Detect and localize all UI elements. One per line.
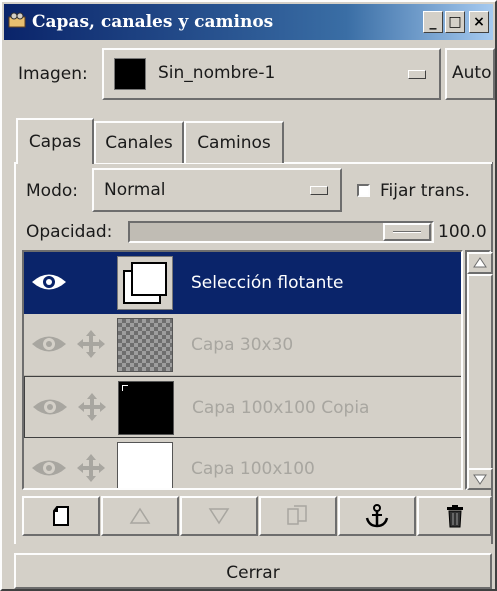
close-window-button[interactable]: × <box>469 11 489 33</box>
layer-name: Capa 100x100 Copia <box>192 398 370 418</box>
eye-icon[interactable] <box>31 394 69 420</box>
image-select[interactable]: Sin_nombre-1 <box>102 48 441 100</box>
scroll-down-button[interactable] <box>467 468 493 490</box>
layer-thumbnail <box>118 381 174 435</box>
eye-icon[interactable] <box>30 455 68 481</box>
layers-list: Selección flotante Capa 30x30 Capa 100x1… <box>22 250 463 490</box>
layer-row[interactable]: Capa 100x100 <box>24 438 461 488</box>
opacity-label: Opacidad: <box>26 222 113 242</box>
close-icon: × <box>473 14 485 30</box>
raise-layer-icon <box>129 507 151 524</box>
maximize-button[interactable]: □ <box>445 11 465 33</box>
anchor-layer-button[interactable] <box>338 496 416 536</box>
move-icon[interactable] <box>77 392 107 422</box>
layer-row[interactable]: Capa 30x30 <box>24 314 461 376</box>
layers-scrollbar[interactable] <box>465 250 493 490</box>
eye-icon[interactable] <box>30 269 68 295</box>
trash-icon <box>446 505 463 528</box>
maximize-icon: □ <box>448 14 462 30</box>
move-icon[interactable] <box>76 453 106 483</box>
opacity-slider-thumb[interactable] <box>383 223 431 241</box>
layer-name: Capa 100x100 <box>191 459 315 479</box>
triangle-down-icon <box>473 474 487 485</box>
new-layer-icon <box>53 506 69 526</box>
layer-thumbnail <box>117 442 173 488</box>
auto-button-label: Auto <box>452 63 492 83</box>
minimize-button[interactable]: _ <box>423 11 443 33</box>
tab-canales[interactable]: Canales <box>94 121 184 163</box>
mode-label: Modo: <box>26 181 78 201</box>
tab-canales-label: Canales <box>105 133 173 153</box>
gimp-app-icon <box>8 12 26 28</box>
tab-capas-label: Capas <box>28 132 82 152</box>
auto-button[interactable]: Auto <box>445 48 495 100</box>
lower-layer-icon <box>208 508 230 525</box>
anchor-icon <box>365 504 389 528</box>
duplicate-layer-icon <box>287 505 307 525</box>
new-layer-button[interactable] <box>22 496 100 536</box>
layer-thumbnail <box>117 318 173 372</box>
mode-select-value: Normal <box>104 180 166 200</box>
layer-name: Selección flotante <box>191 273 344 293</box>
minimize-icon: _ <box>429 14 437 30</box>
mode-select[interactable]: Normal <box>92 168 342 212</box>
scroll-up-button[interactable] <box>467 252 493 274</box>
layer-row[interactable]: Selección flotante <box>24 252 461 314</box>
tab-capas[interactable]: Capas <box>16 118 94 164</box>
opacity-value: 100.0 <box>438 222 487 242</box>
close-button[interactable]: Cerrar <box>14 553 492 589</box>
image-label: Imagen: <box>18 64 88 84</box>
move-icon[interactable] <box>76 329 106 359</box>
floating-selection-thumbnail <box>117 256 173 310</box>
layer-row[interactable]: Capa 100x100 Copia <box>24 376 461 438</box>
layer-name: Capa 30x30 <box>191 335 294 355</box>
tab-caminos-label: Caminos <box>197 133 271 153</box>
image-select-value: Sin_nombre-1 <box>158 63 276 83</box>
duplicate-layer-button[interactable] <box>259 496 337 536</box>
close-button-label: Cerrar <box>226 563 280 583</box>
triangle-up-icon <box>473 257 487 268</box>
tab-caminos[interactable]: Caminos <box>184 121 284 163</box>
delete-layer-button[interactable] <box>417 496 492 536</box>
image-thumbnail <box>114 58 146 90</box>
lower-layer-button[interactable] <box>180 496 258 536</box>
title-bar[interactable]: Capas, canales y caminos _ □ × <box>4 4 493 40</box>
fix-trans-checkbox[interactable] <box>357 184 370 197</box>
raise-layer-button[interactable] <box>101 496 179 536</box>
scrollbar-thumb[interactable] <box>467 274 493 470</box>
chevron-down-icon <box>408 70 426 79</box>
chevron-down-icon <box>310 186 328 195</box>
eye-icon[interactable] <box>30 331 68 357</box>
fix-trans-label: Fijar trans. <box>380 181 470 201</box>
layers-dialog: Capas, canales y caminos _ □ × Imagen: S… <box>0 0 497 591</box>
window-title: Capas, canales y caminos <box>32 12 274 32</box>
